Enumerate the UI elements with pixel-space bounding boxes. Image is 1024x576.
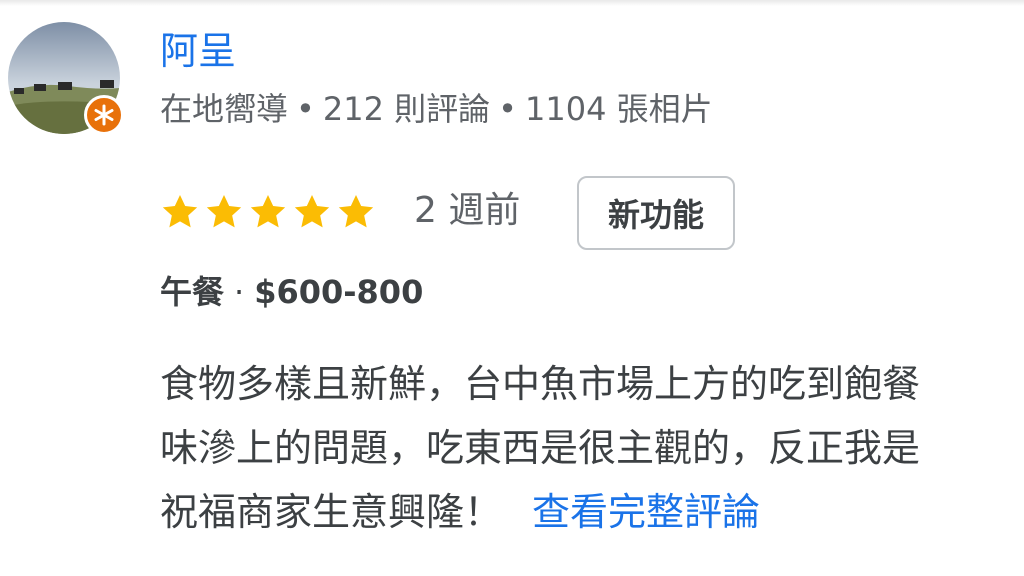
top-divider (0, 0, 1024, 6)
review-line-text: 祝福商家生意興隆！ (160, 490, 503, 534)
star-icon (338, 195, 374, 228)
review-line: 食物多樣且新鮮，台中魚市場上方的吃到飽餐 (160, 362, 921, 406)
guide-level: 在地嚮導 (160, 90, 289, 128)
photo-count: 1104 張相片 (525, 90, 713, 128)
new-feature-badge[interactable]: 新功能 (577, 176, 735, 250)
separator-dot: · (234, 273, 245, 311)
reviewer-name[interactable]: 阿呈 (160, 28, 236, 74)
review-count: 212 則評論 (322, 90, 491, 128)
review-card: 阿呈 在地嚮導 • 212 則評論 • 1104 張相片 2 週前 新功能 午餐 · $60… (0, 0, 1024, 576)
separator-dot: • (498, 90, 518, 128)
review-line-last: 祝福商家生意興隆！ 查看完整評論 (160, 480, 1024, 544)
star-icon (294, 195, 330, 228)
read-full-review-link[interactable]: 查看完整評論 (532, 490, 760, 534)
meal-info: 午餐 · $600-800 (160, 270, 423, 314)
star-icon (162, 195, 198, 228)
star-icon (250, 195, 286, 228)
reviewer-avatar[interactable] (8, 22, 124, 135)
price-range: $600-800 (254, 273, 424, 311)
review-time: 2 週前 (414, 190, 521, 231)
review-line: 味滲上的問題，吃東西是很主觀的，反正我是 (160, 426, 921, 470)
meal-type: 午餐 (160, 273, 225, 311)
local-guide-star-icon (84, 95, 124, 135)
star-rating (160, 192, 376, 232)
star-icon (206, 195, 242, 228)
reviewer-meta: 在地嚮導 • 212 則評論 • 1104 張相片 (160, 88, 713, 130)
separator-dot: • (296, 90, 315, 128)
review-text: 食物多樣且新鮮，台中魚市場上方的吃到飽餐 味滲上的問題，吃東西是很主觀的，反正我… (160, 352, 1024, 544)
